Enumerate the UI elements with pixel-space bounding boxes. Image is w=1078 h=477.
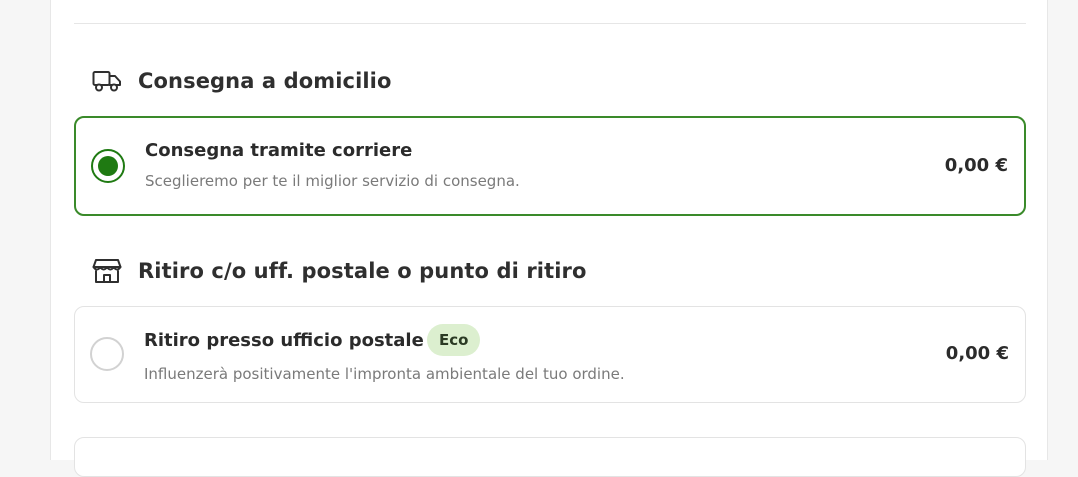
post-office-pickup-price: 0,00 € [945,343,1009,364]
next-option-card[interactable] [74,437,1026,477]
courier-delivery-price: 0,00 € [944,155,1008,176]
truck-icon [92,66,122,96]
home-delivery-header: Consegna a domicilio [92,66,392,96]
store-icon [92,256,122,286]
courier-delivery-description: Sceglieremo per te il miglior servizio d… [145,172,520,190]
home-delivery-title: Consegna a domicilio [138,69,392,93]
post-office-pickup-title: Ritiro presso ufficio postale [144,330,424,351]
post-office-pickup-radio[interactable] [90,337,124,371]
section-divider [74,23,1026,24]
pickup-header: Ritiro c/o uff. postale o punto di ritir… [92,256,587,286]
pickup-title: Ritiro c/o uff. postale o punto di ritir… [138,259,587,283]
post-office-pickup-description: Influenzerà positivamente l'impronta amb… [144,365,625,383]
courier-delivery-radio[interactable] [91,149,125,183]
eco-badge: Eco [427,324,481,356]
courier-delivery-option[interactable]: Consegna tramite corriere Sceglieremo pe… [74,116,1026,216]
courier-delivery-title: Consegna tramite corriere [145,140,413,161]
post-office-pickup-option[interactable]: Ritiro presso ufficio postale Eco Influe… [74,306,1026,403]
